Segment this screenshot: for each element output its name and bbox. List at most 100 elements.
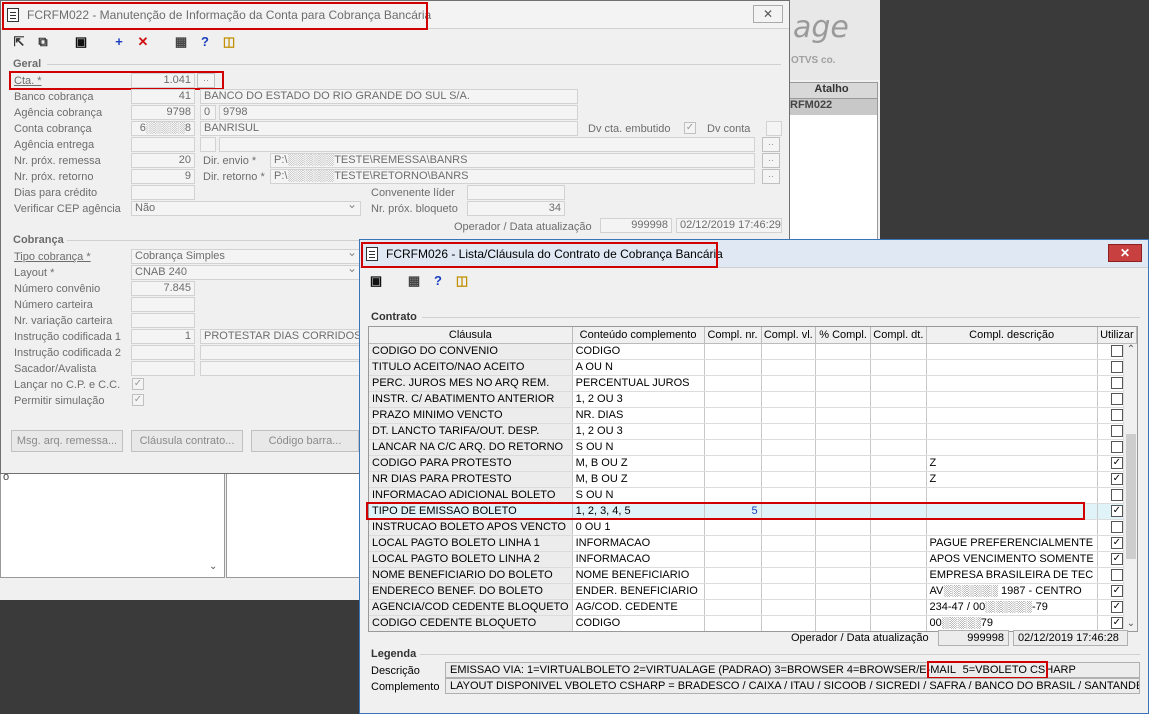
lancar-cp-cc-checkbox[interactable]: ✓	[132, 378, 144, 390]
cell-clausula[interactable]: ENDERECO BENEF. DO BOLETO	[369, 583, 573, 600]
cell-conteudo[interactable]: 1, 2, 3, 4, 5	[572, 503, 705, 520]
add-icon[interactable]: +	[109, 33, 129, 51]
cell-compl-dt[interactable]	[870, 599, 927, 616]
cell-compl-nr[interactable]	[704, 455, 762, 472]
cell-compl-dt[interactable]	[870, 375, 927, 392]
cell-compl-dt[interactable]	[870, 455, 927, 472]
instr2-field[interactable]	[131, 345, 195, 360]
window-fcrfm026-titlebar[interactable]: FCRFM026 - Lista/Cláusula do Contrato de…	[360, 240, 1148, 268]
cell-conteudo[interactable]: NR. DIAS	[572, 407, 705, 424]
cell-compl-nr[interactable]	[704, 519, 762, 536]
copy-icon[interactable]: ⧉	[33, 33, 53, 51]
utilizar-checkbox[interactable]: ✓	[1110, 536, 1123, 549]
utilizar-checkbox[interactable]	[1110, 520, 1123, 533]
cell-perc-compl[interactable]	[815, 615, 872, 631]
agencia-entrega-field[interactable]	[131, 137, 195, 152]
cell-compl-vl[interactable]	[761, 487, 816, 504]
cell-clausula[interactable]: LANCAR NA C/C ARQ. DO RETORNO	[369, 439, 573, 456]
cell-compl-vl[interactable]	[761, 343, 816, 360]
calculator-icon[interactable]: ▦	[171, 33, 191, 51]
cell-compl-descricao[interactable]	[926, 423, 1098, 440]
dv-embutido-checkbox[interactable]: ✓	[684, 122, 696, 134]
cell-compl-nr[interactable]	[704, 391, 762, 408]
cell-compl-dt[interactable]	[870, 615, 927, 631]
table-row[interactable]: ENDERECO BENEF. DO BOLETO ENDER. BENEFICI…	[369, 583, 1137, 600]
table-row[interactable]: TIPO DE EMISSAO BOLETO 1, 2, 3, 4, 5 5 ✓	[369, 503, 1137, 520]
agencia-entrega-digit[interactable]	[200, 137, 216, 152]
cell-compl-dt[interactable]	[870, 407, 927, 424]
cell-compl-descricao[interactable]	[926, 487, 1098, 504]
instr1-field[interactable]: 1	[131, 329, 195, 344]
agencia-entrega-lookup[interactable]: ··	[762, 137, 780, 152]
cell-compl-dt[interactable]	[870, 503, 927, 520]
table-row[interactable]: AGENCIA/COD CEDENTE BLOQUETO AG/COD. CEDE…	[369, 599, 1137, 616]
cell-conteudo[interactable]: 1, 2 OU 3	[572, 391, 705, 408]
utilizar-checkbox[interactable]: ✓	[1110, 504, 1123, 517]
cell-compl-descricao[interactable]	[926, 359, 1098, 376]
cell-perc-compl[interactable]	[815, 455, 872, 472]
cell-compl-dt[interactable]	[870, 343, 927, 360]
first-record-icon[interactable]: ⇱	[9, 33, 29, 51]
table-row[interactable]: INFORMACAO ADICIONAL BOLETO S OU N	[369, 487, 1137, 504]
table-row[interactable]: LANCAR NA C/C ARQ. DO RETORNO S OU N	[369, 439, 1137, 456]
cell-clausula[interactable]: CODIGO DO CONVENIO	[369, 343, 573, 360]
cell-compl-descricao[interactable]	[926, 391, 1098, 408]
cell-compl-nr[interactable]	[704, 551, 762, 568]
cell-compl-dt[interactable]	[870, 471, 927, 488]
cell-clausula[interactable]: TIPO DE EMISSAO BOLETO	[369, 503, 573, 520]
cell-perc-compl[interactable]	[815, 423, 872, 440]
permitir-simulacao-checkbox[interactable]: ✓	[132, 394, 144, 406]
cell-perc-compl[interactable]	[815, 407, 872, 424]
cell-conteudo[interactable]: M, B OU Z	[572, 455, 705, 472]
chevron-down-icon[interactable]: ⌄	[209, 561, 221, 573]
utilizar-checkbox[interactable]: ✓	[1110, 552, 1123, 565]
cell-perc-compl[interactable]	[815, 551, 872, 568]
cell-compl-nr[interactable]	[704, 343, 762, 360]
cta-lookup-button[interactable]: ··	[197, 73, 215, 88]
cell-compl-descricao[interactable]: Z	[926, 455, 1098, 472]
cell-conteudo[interactable]: PERCENTUAL JUROS	[572, 375, 705, 392]
cell-compl-nr[interactable]	[704, 567, 762, 584]
col-header-perc-compl[interactable]: % Compl.	[815, 327, 872, 344]
conta-field[interactable]: 6░░░░░8	[131, 121, 195, 136]
exit-door-icon[interactable]: ◫	[452, 272, 472, 290]
cell-conteudo[interactable]: INFORMACAO	[572, 551, 705, 568]
cell-compl-vl[interactable]	[761, 599, 816, 616]
cell-compl-vl[interactable]	[761, 423, 816, 440]
utilizar-checkbox[interactable]	[1110, 376, 1123, 389]
table-row[interactable]: CODIGO PARA PROTESTO M, B OU Z Z ✓	[369, 455, 1137, 472]
table-row[interactable]: LOCAL PAGTO BOLETO LINHA 2 INFORMACAO APOS…	[369, 551, 1137, 568]
cell-clausula[interactable]: LOCAL PAGTO BOLETO LINHA 1	[369, 535, 573, 552]
cell-clausula[interactable]: DT. LANCTO TARIFA/OUT. DESP.	[369, 423, 573, 440]
cell-compl-nr[interactable]	[704, 407, 762, 424]
window-fcrfm022-titlebar[interactable]: FCRFM022 - Manutenção de Informação da C…	[1, 1, 789, 29]
banco-code-field[interactable]: 41	[131, 89, 195, 104]
cta-field[interactable]: 1.041	[131, 73, 195, 88]
scrollbar-thumb[interactable]	[1126, 434, 1136, 559]
cell-perc-compl[interactable]	[815, 503, 872, 520]
cell-compl-vl[interactable]	[761, 583, 816, 600]
cell-perc-compl[interactable]	[815, 583, 872, 600]
scroll-up-icon[interactable]: ⌃	[1124, 344, 1137, 358]
cell-compl-dt[interactable]	[870, 391, 927, 408]
cell-clausula[interactable]: NOME BENEFICIARIO DO BOLETO	[369, 567, 573, 584]
table-row[interactable]: TITULO ACEITO/NAO ACEITO A OU N	[369, 359, 1137, 376]
help-icon[interactable]: ?	[195, 33, 215, 51]
agencia-digit-field[interactable]: 0	[200, 105, 216, 120]
cell-compl-vl[interactable]	[761, 359, 816, 376]
col-header-clausula[interactable]: Cláusula	[369, 327, 573, 344]
cell-compl-descricao[interactable]	[926, 375, 1098, 392]
cell-compl-descricao[interactable]: 00░░░░░79	[926, 615, 1098, 631]
cell-compl-dt[interactable]	[870, 359, 927, 376]
cell-compl-vl[interactable]	[761, 391, 816, 408]
cell-compl-nr[interactable]	[704, 615, 762, 631]
col-header-compl-dt[interactable]: Compl. dt.	[870, 327, 927, 344]
cell-compl-nr[interactable]	[704, 423, 762, 440]
cell-compl-vl[interactable]	[761, 503, 816, 520]
table-row[interactable]: CODIGO CEDENTE BLOQUETO CODIGO 00░░░░░79 ✓	[369, 615, 1137, 631]
table-row[interactable]: PRAZO MINIMO VENCTO NR. DIAS	[369, 407, 1137, 424]
table-row[interactable]: INSTRUCAO BOLETO APOS VENCTO 0 OU 1	[369, 519, 1137, 536]
cell-compl-vl[interactable]	[761, 519, 816, 536]
cell-perc-compl[interactable]	[815, 535, 872, 552]
table-row[interactable]: LOCAL PAGTO BOLETO LINHA 1 INFORMACAO PAGU…	[369, 535, 1137, 552]
